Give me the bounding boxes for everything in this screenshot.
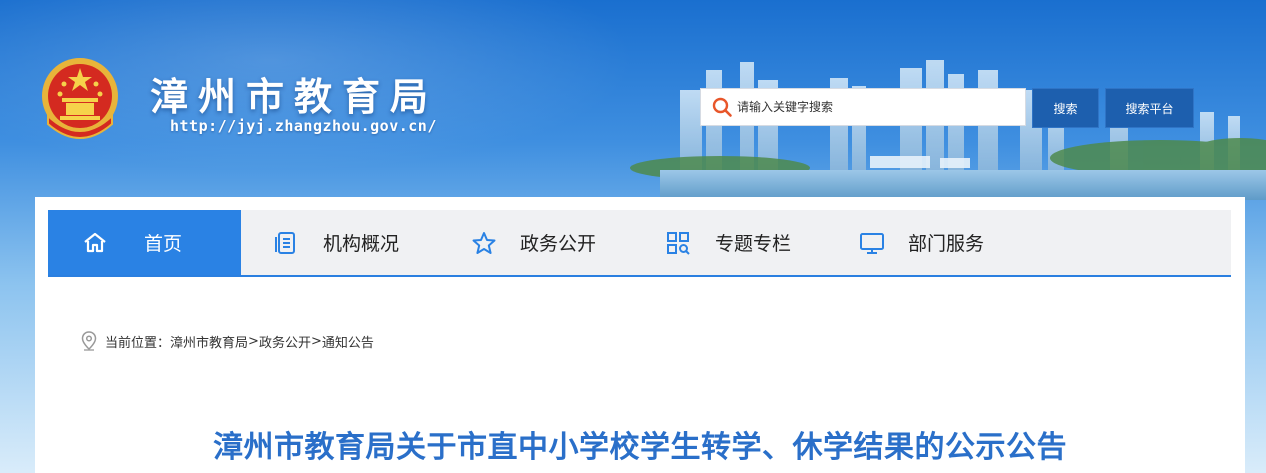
nav-item-special-topics[interactable]: 专题专栏 xyxy=(637,210,831,275)
document-list-icon xyxy=(275,231,295,254)
search-platform-button[interactable]: 搜索平台 xyxy=(1105,88,1194,128)
nav-label-special-topics: 专题专栏 xyxy=(715,233,792,255)
monitor-icon xyxy=(860,232,884,254)
main-nav: 首页 机构概况 政务公开 专题专栏 部门服务 xyxy=(48,210,1231,277)
nav-item-org-overview[interactable]: 机构概况 xyxy=(241,210,441,275)
breadcrumb-link-home[interactable]: 漳州市教育局 xyxy=(170,332,248,351)
nav-label-gov-affairs: 政务公开 xyxy=(520,233,597,255)
site-header: 漳州市教育局 http://jyj.zhangzhou.gov.cn/ 搜索 搜… xyxy=(0,0,1266,200)
breadcrumb: 当前位置： 漳州市教育局 > 政务公开 > 通知公告 xyxy=(81,331,374,351)
home-icon xyxy=(84,232,106,252)
breadcrumb-link-notices[interactable]: 通知公告 xyxy=(322,332,374,351)
nav-item-gov-affairs[interactable]: 政务公开 xyxy=(441,210,637,275)
breadcrumb-link-gov-affairs[interactable]: 政务公开 xyxy=(259,332,311,351)
nav-item-home[interactable]: 首页 xyxy=(48,210,241,275)
star-icon xyxy=(472,231,496,254)
search-button[interactable]: 搜索 xyxy=(1032,88,1099,128)
grid-search-icon xyxy=(667,231,690,255)
nav-label-org-overview: 机构概况 xyxy=(323,233,400,255)
search-input[interactable] xyxy=(737,100,1017,114)
nav-label-dept-services: 部门服务 xyxy=(908,233,985,255)
search-icon xyxy=(712,97,732,117)
nav-label-home: 首页 xyxy=(144,233,183,255)
national-emblem-icon xyxy=(42,58,118,139)
location-pin-icon xyxy=(81,331,97,351)
breadcrumb-prefix: 当前位置： xyxy=(105,335,171,351)
breadcrumb-separator: > xyxy=(248,333,259,349)
nav-item-dept-services[interactable]: 部门服务 xyxy=(831,210,1031,275)
breadcrumb-separator: > xyxy=(310,333,322,349)
site-title: 漳州市教育局 xyxy=(150,74,439,119)
main-content-card: 首页 机构概况 政务公开 专题专栏 部门服务 当前位置： 漳州市教育局 > 政务… xyxy=(35,197,1245,473)
search-box xyxy=(700,88,1026,126)
site-url: http://jyj.zhangzhou.gov.cn/ xyxy=(170,117,437,135)
article-title: 漳州市教育局关于市直中小学校学生转学、休学结果的公示公告 xyxy=(213,430,1067,465)
